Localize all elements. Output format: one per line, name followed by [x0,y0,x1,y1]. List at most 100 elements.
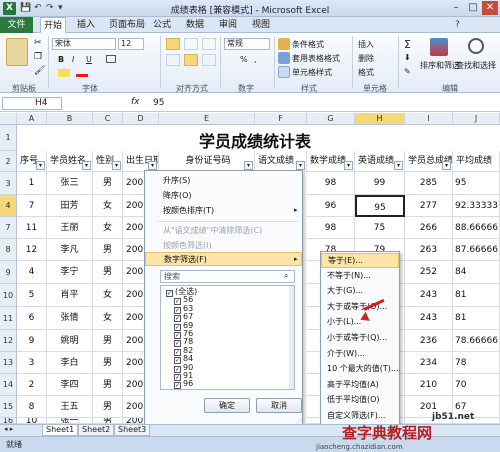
table-cell[interactable]: 99 [355,172,405,195]
redo-icon[interactable]: ↷ [46,3,54,13]
sheet-tab-2[interactable]: Sheet2 [78,425,115,436]
table-cell[interactable]: 男 [93,239,123,261]
table-cell[interactable]: 266 [405,217,453,239]
close-icon[interactable]: ✕ [482,1,498,15]
column-header[interactable]: A [17,113,47,125]
table-cell[interactable]: 李四 [47,374,93,396]
table-cell[interactable]: 277 [405,195,453,217]
cell-style-button[interactable]: 单元格样式 [292,67,332,78]
column-header[interactable]: J [453,113,500,125]
column-header[interactable]: E [159,113,255,125]
clear-icon[interactable]: ✎ [404,67,411,76]
table-cell[interactable]: 87.66666 [453,239,500,261]
row-header[interactable]: 4 [0,195,17,217]
filter-search-input[interactable]: 搜索 [160,270,295,283]
undo-icon[interactable]: ↶ [34,3,42,13]
select-all-corner[interactable] [0,113,17,125]
table-cell[interactable]: 田芳 [47,195,93,217]
tab-file[interactable]: 文件 [0,17,33,33]
align-left-icon[interactable] [166,54,180,66]
table-cell[interactable]: 78 [453,352,500,374]
filter-dropdown-icon[interactable]: ▾ [394,161,403,170]
table-cell[interactable]: 78.66666 [453,330,500,352]
number-filter-option[interactable]: 介于(W)... [321,347,399,362]
paste-icon[interactable] [6,38,28,66]
sheet-nav-icon[interactable]: ◂ ▸ [4,425,13,433]
menu-item-sort-descending[interactable]: 降序(O) [145,189,302,203]
insert-function-icon[interactable]: fx [131,97,140,107]
delete-cells-button[interactable]: 删除 [358,53,374,64]
checkbox-icon[interactable]: ✓ [174,382,181,390]
copy-icon[interactable]: ❐ [34,52,42,62]
column-header[interactable]: I [405,113,453,125]
row-header[interactable]: 1 [0,125,17,151]
ok-button[interactable]: 确定 [204,398,250,413]
table-format-button[interactable]: 套用表格格式 [292,53,340,64]
number-filter-option[interactable]: 高于平均值(A) [321,378,399,393]
table-cell[interactable]: 96 [307,195,355,217]
sort-filter-icon[interactable] [430,38,448,56]
table-cell[interactable]: 98 [307,172,355,195]
table-cell[interactable]: 女 [93,217,123,239]
table-cell[interactable]: 张倩 [47,307,93,330]
table-cell[interactable]: 252 [405,261,453,284]
table-cell[interactable]: 6 [17,307,47,330]
header-cell[interactable]: 平均成绩 [453,151,500,172]
row-header[interactable]: 14 [0,374,17,396]
filter-dropdown-icon[interactable]: ▾ [148,161,157,170]
list-scrollbar[interactable] [289,286,294,389]
table-cell[interactable]: 95 [453,172,500,195]
table-cell[interactable]: 11 [17,217,47,239]
table-cell[interactable]: 李白 [47,352,93,374]
row-header[interactable]: 15 [0,396,17,418]
menu-item-number-filters[interactable]: 数字筛选(F) [145,252,302,266]
table-cell[interactable]: 9 [17,330,47,352]
wrap-text-icon[interactable] [202,38,216,50]
filter-dropdown-icon[interactable]: ▾ [344,161,353,170]
border-icon[interactable] [106,55,116,63]
cancel-button[interactable]: 取消 [256,398,302,413]
table-cell[interactable]: 84 [453,261,500,284]
table-cell[interactable]: 95 [355,195,405,217]
filter-checkbox-item[interactable]: ✓ 96 [174,379,294,390]
column-header[interactable]: B [47,113,93,125]
table-cell[interactable]: 女 [93,307,123,330]
table-cell[interactable]: 王五 [47,396,93,418]
table-cell[interactable]: 92.33333 [453,195,500,217]
checkbox-icon[interactable]: ✓ [166,290,173,297]
table-cell[interactable]: 81 [453,284,500,307]
fill-color-icon[interactable] [58,69,70,77]
tab-formulas[interactable]: 公式 [150,17,174,33]
formula-input[interactable]: 95 [153,98,164,108]
filter-dropdown-icon[interactable]: ▾ [296,161,305,170]
filter-dropdown-icon[interactable]: ▾ [36,161,45,170]
header-cell[interactable]: 身份证号码 [159,151,255,172]
filter-dropdown-icon[interactable]: ▾ [442,161,451,170]
row-header[interactable]: 12 [0,330,17,352]
sheet-tab-1[interactable]: Sheet1 [42,425,79,436]
menu-item-sort-ascending[interactable]: 升序(S) [145,174,302,188]
number-format-select[interactable]: 常规 [224,38,270,50]
filter-dropdown-icon[interactable]: ▾ [244,161,253,170]
merge-cells-icon[interactable] [202,54,216,66]
tab-review[interactable]: 审阅 [216,17,240,33]
table-cell[interactable]: 肖平 [47,284,93,307]
fill-icon[interactable]: ⬇ [404,53,411,62]
table-cell[interactable]: 男 [93,374,123,396]
cut-icon[interactable]: ✂ [34,38,42,48]
table-cell[interactable]: 236 [405,330,453,352]
sort-filter-button[interactable]: 排序和筛选 [420,60,460,71]
table-cell[interactable]: 李宁 [47,261,93,284]
comma-button[interactable]: , [254,55,257,64]
table-cell[interactable]: 75 [355,217,405,239]
number-filter-option[interactable]: 大于或等于(O)... [321,300,399,315]
column-header[interactable]: C [93,113,123,125]
tab-data[interactable]: 数据 [183,17,207,33]
table-cell[interactable]: 张三 [47,172,93,195]
conditional-format-button[interactable]: 条件格式 [292,39,324,50]
number-filter-option[interactable]: 等于(E)... [321,253,399,268]
autosum-icon[interactable]: Σ [404,38,411,51]
save-icon[interactable]: 💾 [20,3,31,13]
minimize-icon[interactable]: – [448,1,464,15]
table-cell[interactable]: 女 [93,284,123,307]
